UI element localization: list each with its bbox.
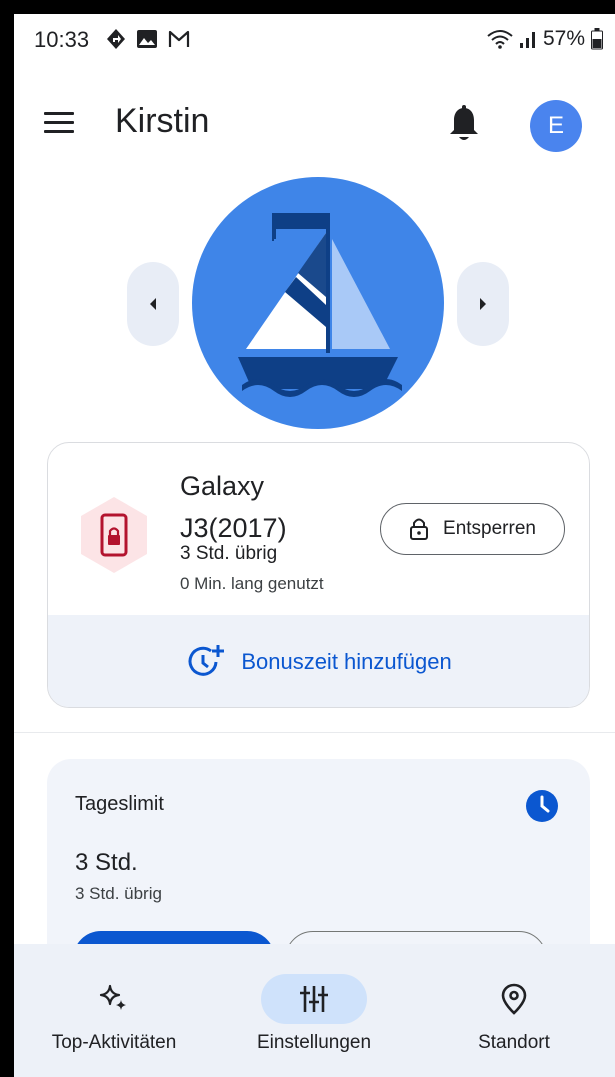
unlock-icon <box>410 518 429 540</box>
sparkle-icon <box>99 984 126 1010</box>
add-bonus-time-label: Bonuszeit hinzufügen <box>241 649 452 674</box>
clock-icon <box>526 790 558 822</box>
status-system-icons: 57% <box>487 27 603 51</box>
menu-button[interactable] <box>44 102 84 142</box>
status-time: 10:33 <box>34 27 90 52</box>
nav-location-label: Standort <box>478 1032 550 1053</box>
unlock-button-label: Entsperren <box>443 518 536 539</box>
chevron-right-icon <box>480 298 486 310</box>
page-title: Kirstin <box>115 102 210 140</box>
nav-top-activities[interactable]: Top-Aktivitäten <box>14 944 214 1077</box>
nav-top-activities-label: Top-Aktivitäten <box>51 1032 177 1053</box>
next-profile-button[interactable] <box>457 262 509 346</box>
navigation-icon <box>107 29 125 49</box>
chevron-left-icon <box>150 298 156 310</box>
bell-icon <box>450 105 478 140</box>
location-pin-icon <box>501 983 527 1015</box>
add-bonus-time-button[interactable]: Bonuszeit hinzufügen <box>48 615 589 707</box>
device-name: Galaxy J3(2017) <box>180 471 287 543</box>
status-notification-icons <box>106 28 190 50</box>
previous-profile-button[interactable] <box>127 262 179 346</box>
section-divider <box>14 732 615 733</box>
battery-icon <box>591 28 603 50</box>
bottom-navigation: Top-Aktivitäten Einstellungen Standort <box>14 944 615 1077</box>
daily-limit-value: 3 Std. <box>75 849 138 876</box>
unlock-button[interactable]: Entsperren <box>380 503 565 555</box>
nav-settings-label: Einstellungen <box>256 1032 372 1053</box>
phone-screen: 10:33 57% Kirstin E Galaxy J3(2017) 3 St… <box>14 14 615 1077</box>
sailboat-icon <box>238 213 402 407</box>
image-icon <box>137 30 157 48</box>
battery-percent: 57% <box>542 27 585 50</box>
add-time-icon <box>188 645 225 676</box>
locked-phone-icon <box>81 497 147 573</box>
device-locked-badge <box>74 495 154 575</box>
nav-settings[interactable]: Einstellungen <box>214 944 414 1077</box>
notifications-button[interactable] <box>446 104 482 144</box>
device-card: Galaxy J3(2017) 3 Std. übrig 0 Min. lang… <box>47 442 590 708</box>
daily-limit-title: Tageslimit <box>75 793 164 815</box>
signal-icon <box>519 32 535 48</box>
menu-icon <box>44 111 74 115</box>
device-time-remaining: 3 Std. übrig <box>180 543 278 564</box>
wifi-icon <box>487 30 513 49</box>
tune-icon <box>300 986 328 1012</box>
gmail-icon <box>168 30 190 47</box>
device-time-used: 0 Min. lang genutzt <box>180 574 324 593</box>
status-bar: 10:33 57% <box>14 14 615 66</box>
avatar[interactable]: E <box>530 100 582 152</box>
app-header: Kirstin E <box>14 84 615 156</box>
profile-hero-image <box>192 177 444 429</box>
daily-limit-remaining: 3 Std. übrig <box>75 884 162 903</box>
nav-location[interactable]: Standort <box>414 944 614 1077</box>
